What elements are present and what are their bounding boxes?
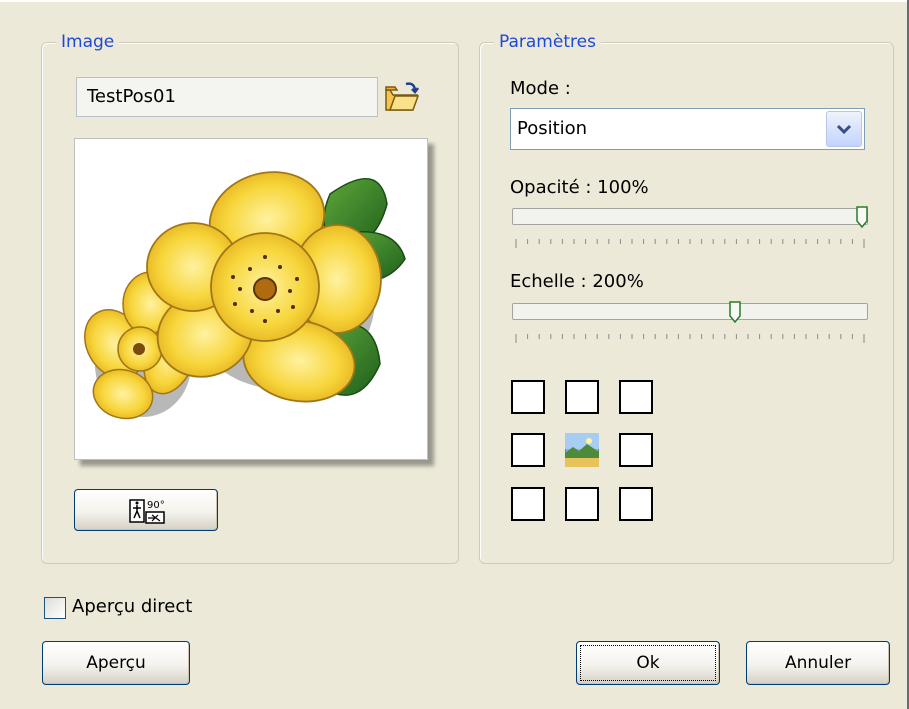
image-group-legend: Image [56, 31, 120, 53]
scale-label: Echelle : 200% [510, 271, 644, 292]
mode-label: Mode : [510, 78, 571, 99]
position-middle-right[interactable] [619, 433, 653, 467]
ok-button-label: Ok [636, 653, 660, 673]
opacity-slider[interactable] [512, 200, 868, 260]
scale-slider-ticks [515, 334, 865, 343]
position-top-right[interactable] [619, 380, 653, 414]
rotate-button[interactable]: 90° [74, 489, 218, 531]
window-top-edge [0, 0, 909, 2]
position-bottom-left[interactable] [511, 487, 545, 521]
scale-slider-thumb[interactable] [728, 301, 741, 323]
live-preview-checkbox[interactable] [44, 597, 66, 619]
position-top-left[interactable] [511, 380, 545, 414]
preview-button[interactable]: Aperçu [42, 641, 190, 685]
position-center[interactable] [564, 432, 600, 468]
mode-select[interactable]: Position [510, 108, 865, 150]
position-bottom-right[interactable] [619, 487, 653, 521]
cancel-button[interactable]: Annuler [746, 641, 890, 685]
image-preview [74, 138, 428, 460]
chevron-down-icon [836, 124, 852, 135]
rotate-90-icon: 90° [129, 497, 165, 525]
scale-slider-track [512, 303, 868, 320]
ok-button[interactable]: Ok [576, 641, 720, 685]
image-filename-field[interactable]: TestPos01 [76, 77, 378, 117]
rotate-badge: 90° [147, 500, 165, 511]
opacity-slider-thumb[interactable] [856, 206, 868, 228]
live-preview-label[interactable]: Aperçu direct [72, 596, 192, 617]
position-bottom-center[interactable] [565, 487, 599, 521]
opacity-slider-track [512, 208, 868, 225]
dropdown-button[interactable] [826, 111, 862, 147]
opacity-slider-ticks [515, 239, 865, 248]
parameters-group-legend: Paramètres [494, 31, 601, 53]
landscape-image-icon [564, 432, 600, 468]
scale-slider[interactable] [512, 295, 868, 355]
mode-select-value: Position [517, 118, 588, 139]
position-middle-left[interactable] [511, 433, 545, 467]
position-top-center[interactable] [565, 380, 599, 414]
opacity-label: Opacité : 100% [510, 177, 649, 198]
open-folder-icon[interactable] [384, 81, 420, 113]
flower-image [84, 171, 406, 420]
